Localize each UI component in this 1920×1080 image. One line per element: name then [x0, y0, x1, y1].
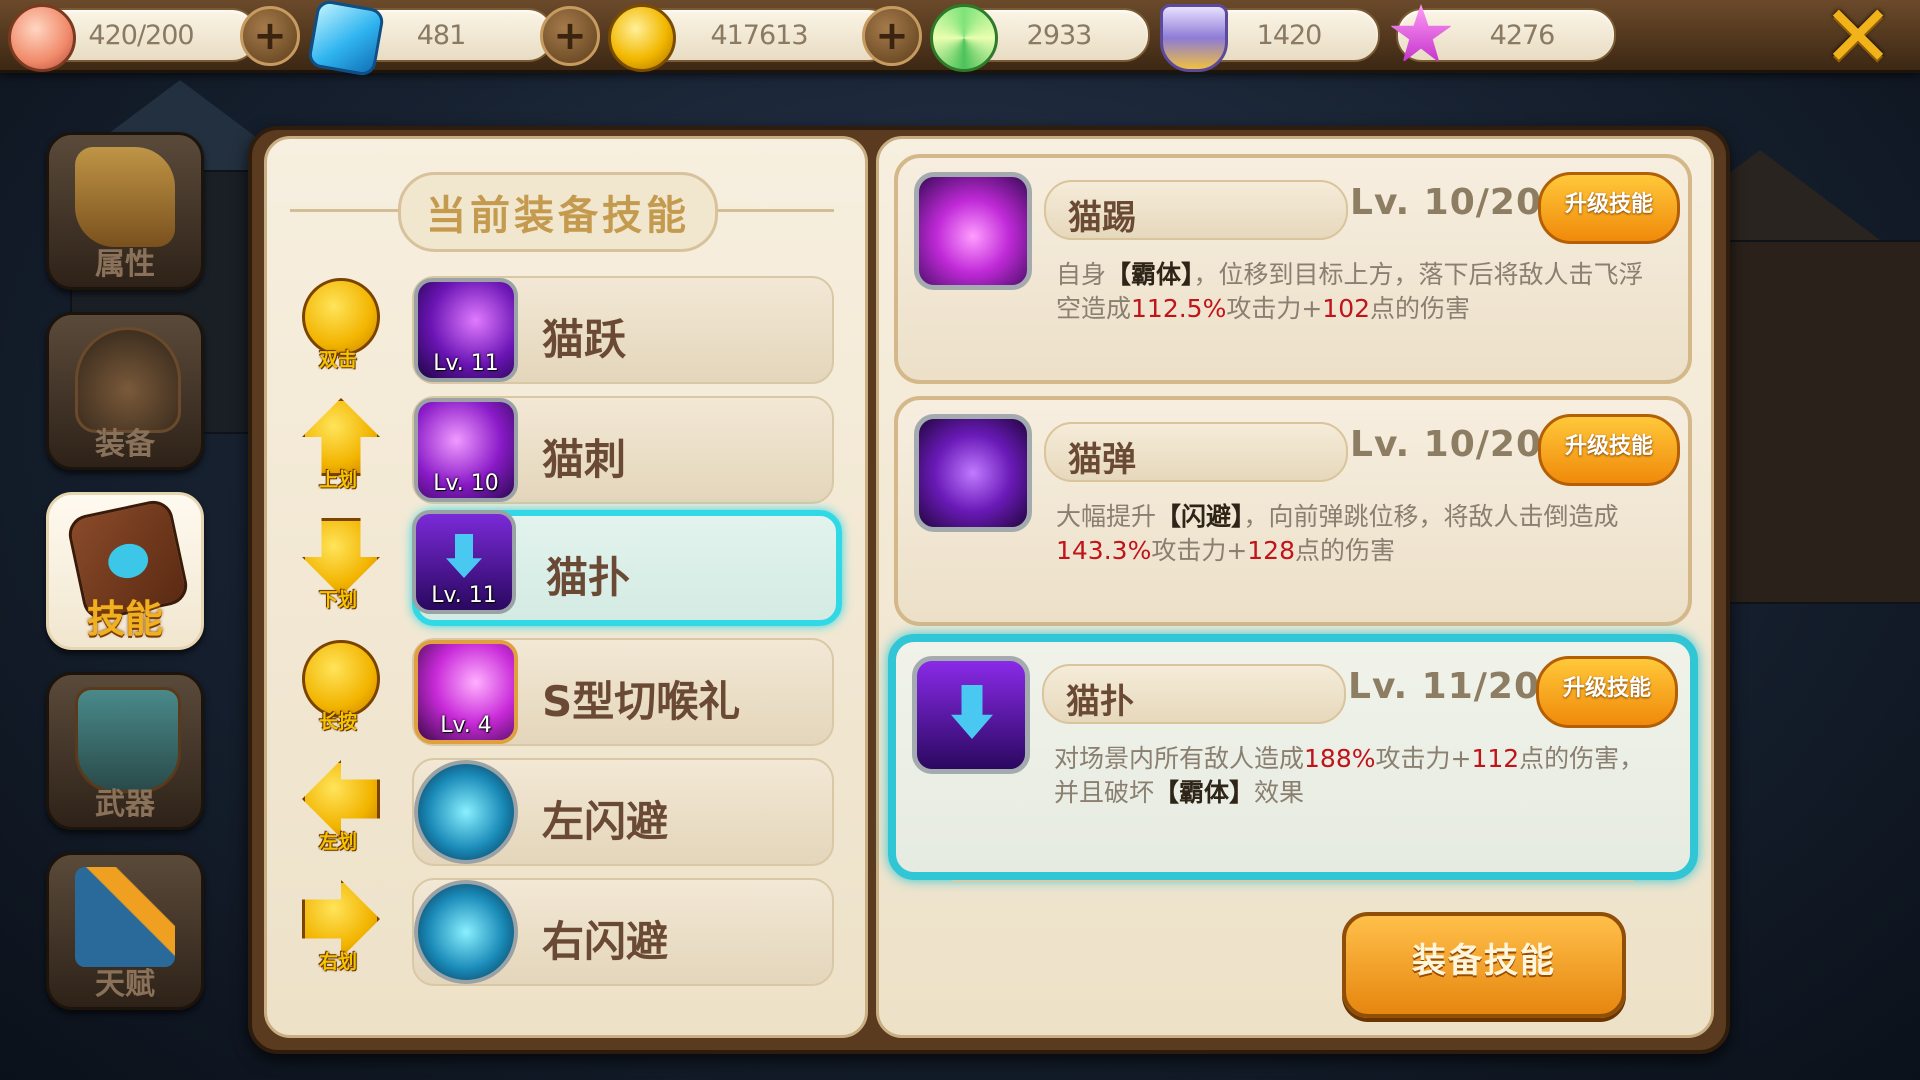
- gesture-label: 下划: [318, 589, 357, 611]
- skill-name: 右闪避: [542, 917, 669, 966]
- tab-attributes[interactable]: 属性: [46, 132, 204, 290]
- skill-level: Lv. 11: [431, 583, 497, 608]
- upgrade-skill-button[interactable]: 升级技能: [1538, 414, 1680, 486]
- equipped-skills-title: 当前装备技能: [398, 172, 718, 252]
- skill-level: Lv. 10/20: [1350, 424, 1543, 465]
- resource-value: 481: [416, 20, 467, 51]
- skill-slot-swipe-down[interactable]: Lv. 11 猫扑: [412, 510, 842, 626]
- equip-skill-button[interactable]: 装备技能: [1342, 912, 1626, 1018]
- tab-label: 装备: [95, 427, 155, 462]
- resource-stamina: 420/200: [8, 4, 258, 72]
- gesture-swipe-left: 左划: [292, 760, 384, 856]
- skill-name: 猫跃: [542, 315, 627, 364]
- gesture-swipe-right: 右划: [292, 880, 384, 976]
- s-slash-icon: Lv. 4: [414, 640, 518, 744]
- crest-icon: [1160, 4, 1228, 72]
- tab-label: 武器: [95, 787, 155, 822]
- tab-equipment[interactable]: 装备: [46, 312, 204, 470]
- cat-bounce-icon: [914, 414, 1032, 532]
- dodge-right-icon: [414, 880, 518, 984]
- gesture-swipe-down: 下划: [292, 518, 384, 614]
- resource-value: 4276: [1489, 20, 1556, 51]
- gesture-label: 右划: [318, 951, 357, 973]
- gesture-label: 上划: [318, 469, 357, 491]
- title-divider-left: [290, 209, 400, 212]
- cat-leap-icon: Lv. 11: [414, 278, 518, 382]
- quiver-icon: [75, 687, 181, 793]
- skill-name: 猫扑: [1066, 682, 1134, 722]
- skill-name-pill: 猫踢: [1044, 180, 1348, 240]
- upgrade-skill-button[interactable]: 升级技能: [1538, 172, 1680, 244]
- gesture-label: 双击: [318, 349, 357, 371]
- upgrade-skill-button[interactable]: 升级技能: [1536, 656, 1678, 728]
- tab-talent[interactable]: 天赋: [46, 852, 204, 1010]
- skill-name: 猫扑: [546, 553, 631, 602]
- gesture-label: 长按: [318, 711, 357, 733]
- skill-level: Lv. 11/20: [1348, 666, 1541, 707]
- skill-card[interactable]: 猫弹 Lv. 10/20 升级技能 大幅提升【闪避】，向前弹跳位移，将敌人击倒造…: [894, 396, 1692, 626]
- tab-label: 属性: [95, 247, 155, 282]
- resource-bar: 420/200 + 481 + 417613 + 2933 1420 4276 …: [0, 0, 1920, 80]
- skill-description: 大幅提升【闪避】，向前弹跳位移，将敌人击倒造成143.3%攻击力+128点的伤害: [1056, 502, 1619, 565]
- tab-skills[interactable]: 技能: [46, 492, 204, 650]
- skill-level: Lv. 10: [433, 471, 499, 496]
- skill-slot-swipe-right[interactable]: 右闪避: [412, 878, 834, 986]
- gesture-label: 左划: [318, 831, 357, 853]
- gold-coin-icon: [608, 4, 676, 72]
- cat-pounce-icon: Lv. 11: [412, 510, 516, 614]
- helmet-icon: [75, 327, 181, 433]
- resource-value: 417613: [710, 20, 808, 51]
- skill-name: 猫弹: [1068, 440, 1136, 480]
- dodge-left-icon: [414, 760, 518, 864]
- gesture-swipe-up: 上划: [292, 398, 384, 494]
- add-diamonds-button[interactable]: +: [540, 6, 600, 66]
- skill-card-selected[interactable]: 猫扑 Lv. 11/20 升级技能 对场景内所有敌人造成188%攻击力+112点…: [888, 634, 1698, 880]
- skill-name: 左闪避: [542, 797, 669, 846]
- skill-description: 对场景内所有敌人造成188%攻击力+112点的伤害，并且破坏【霸体】效果: [1054, 744, 1645, 807]
- skill-name: 猫刺: [542, 435, 627, 484]
- tab-weapons[interactable]: 武器: [46, 672, 204, 830]
- skill-slot-double-tap[interactable]: Lv. 11 猫跃: [412, 276, 834, 384]
- title-divider-right: [712, 209, 834, 212]
- cat-thrust-icon: Lv. 10: [414, 398, 518, 502]
- resource-value: 420/200: [88, 20, 194, 51]
- resource-crest: 1420: [1160, 4, 1380, 72]
- cat-kick-icon: [914, 172, 1032, 290]
- skill-slot-swipe-left[interactable]: 左闪避: [412, 758, 834, 866]
- resource-value: 2933: [1026, 20, 1093, 51]
- gesture-long-press: 长按: [292, 640, 384, 736]
- skill-level: Lv. 10/20: [1350, 182, 1543, 223]
- add-gold-button[interactable]: +: [862, 6, 922, 66]
- scroll-icon: [75, 147, 175, 247]
- peach-icon: [8, 4, 76, 72]
- skill-slot-swipe-up[interactable]: Lv. 10 猫刺: [412, 396, 834, 504]
- skill-name: 猫踢: [1068, 198, 1136, 238]
- diamond-icon: [306, 0, 386, 78]
- skill-slot-long-press[interactable]: Lv. 4 S型切喉礼: [412, 638, 834, 746]
- close-button[interactable]: ✕: [1818, 0, 1898, 80]
- list-divider: [952, 880, 1634, 882]
- resource-diamonds: 481: [306, 0, 554, 78]
- resource-gold: 417613: [608, 4, 894, 72]
- lollipop-icon: [930, 4, 998, 72]
- skill-name-pill: 猫弹: [1044, 422, 1348, 482]
- gesture-double-tap: 双击: [292, 278, 384, 374]
- skill-card[interactable]: 猫踢 Lv. 10/20 升级技能 自身【霸体】，位移到目标上方，落下后将敌人击…: [894, 154, 1692, 384]
- skill-level: Lv. 11: [433, 351, 499, 376]
- skill-description: 自身【霸体】，位移到目标上方，落下后将敌人击飞浮空造成112.5%攻击力+102…: [1056, 260, 1644, 323]
- resource-star-token: 4276: [1390, 4, 1616, 63]
- add-stamina-button[interactable]: +: [240, 6, 300, 66]
- skill-name-pill: 猫扑: [1042, 664, 1346, 724]
- resource-lollipop: 2933: [930, 4, 1150, 72]
- tab-label: 技能: [86, 597, 163, 641]
- cat-pounce-icon: [912, 656, 1030, 774]
- skill-level: Lv. 4: [440, 713, 492, 738]
- tab-label: 天赋: [95, 967, 155, 1002]
- skill-name: S型切喉礼: [542, 677, 741, 726]
- star-token-icon: [1390, 4, 1452, 63]
- talent-chart-icon: [75, 867, 175, 967]
- resource-value: 1420: [1256, 20, 1323, 51]
